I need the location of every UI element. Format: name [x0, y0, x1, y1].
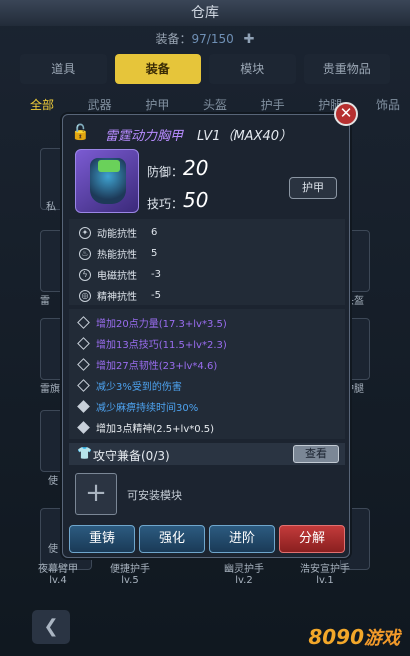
cell-label: 使	[48, 476, 58, 487]
diamond-outline-icon	[77, 337, 90, 350]
item-name: 雷霆动力胸甲	[105, 129, 184, 144]
resistance-section: ✦ 动能抗性 6 ♨ 热能抗性 5 ϟ 电磁抗性 -3 ◎ 精神抗性 -5	[69, 219, 345, 305]
bonus-text: 增加3点精神(2.5+lv*0.5)	[96, 424, 215, 435]
skill-value: 50	[183, 188, 209, 212]
site-logo: 8090游戏	[308, 624, 400, 650]
cell-level: lv.1	[316, 575, 334, 586]
capacity-info: 装备：97/150 ✚	[0, 30, 410, 47]
lock-icon[interactable]: 🔓	[71, 123, 90, 141]
bonus-text: 增加27点韧性(23+lv*4.6)	[96, 361, 218, 372]
resistance-value: -3	[151, 269, 161, 280]
page-title: 仓库	[0, 0, 410, 26]
lightning-icon: ϟ	[79, 268, 91, 281]
cell-name: 幽灵护手	[224, 564, 264, 575]
bottom-cell-label: 便捷护手 lv.5	[110, 560, 150, 586]
bonus-text: 增加13点技巧(11.5+lv*2.3)	[96, 340, 227, 351]
tab-valuables[interactable]: 贵重物品	[303, 54, 390, 84]
dismantle-button[interactable]: 分解	[279, 525, 345, 553]
logo-number: 8090	[308, 625, 364, 649]
armor-shoulder-shape	[98, 160, 120, 172]
flame-icon: ♨	[79, 247, 91, 260]
shirt-icon: 👕	[77, 446, 92, 460]
resistance-row: ✦ 动能抗性 6	[79, 225, 157, 240]
cell-label: 私	[46, 202, 56, 213]
resistance-label: 精神抗性	[97, 292, 137, 303]
action-buttons: 重铸 强化 进阶 分解	[69, 525, 345, 553]
subtab-gloves[interactable]: 护手	[261, 96, 285, 113]
cell-level: lv.5	[121, 575, 139, 586]
enhance-button[interactable]: 强化	[139, 525, 205, 553]
diamond-outline-icon	[77, 316, 90, 329]
tab-items[interactable]: 道具	[20, 54, 107, 84]
view-set-button[interactable]: 查看	[293, 445, 339, 463]
diamond-outline-icon	[77, 379, 90, 392]
resistance-value: 6	[151, 227, 158, 238]
bottom-cell-label: 幽灵护手 lv.2	[224, 560, 264, 586]
subtab-helmet[interactable]: 头盔	[203, 96, 227, 113]
chevron-left-icon: ❮	[43, 616, 59, 637]
resistance-label: 电磁抗性	[97, 271, 137, 282]
armor-icon	[75, 149, 139, 213]
kinetic-icon: ✦	[79, 226, 91, 239]
advance-button[interactable]: 进阶	[209, 525, 275, 553]
bonus-text: 减少3%受到的伤害	[96, 382, 182, 393]
cell-level: lv.2	[235, 575, 253, 586]
resistance-value: 5	[151, 248, 158, 259]
bonus-row: 增加3点精神(2.5+lv*0.5)	[77, 420, 215, 435]
skill-label: 技巧：	[147, 197, 184, 211]
bottom-cell-label: 夜幕臂甲 lv.4	[38, 560, 78, 586]
module-hint: 可安装模块	[127, 489, 182, 502]
capacity-label: 装备：	[155, 32, 192, 46]
diamond-filled-icon	[77, 421, 90, 434]
set-label: 攻守兼备(0/3)	[93, 449, 170, 463]
resistance-label: 热能抗性	[97, 250, 137, 261]
bonus-row: 减少麻痹持续时间30%	[77, 399, 199, 414]
subtab-weapon[interactable]: 武器	[88, 96, 112, 113]
item-level: LV1（MAX40）	[197, 129, 293, 144]
item-type-button[interactable]: 护甲	[289, 177, 337, 199]
close-icon[interactable]: ✕	[334, 102, 358, 126]
capacity-value: 97/150	[191, 32, 234, 46]
item-detail-dialog: 🔓 雷霆动力胸甲 LV1（MAX40） 防御： 20 技巧： 50 护甲 ✦ 动能…	[62, 114, 350, 558]
tab-modules[interactable]: 模块	[209, 54, 296, 84]
bonus-row: 增加13点技巧(11.5+lv*2.3)	[77, 336, 227, 351]
category-tabs: 道具 装备 模块 贵重物品	[20, 54, 390, 84]
bottom-cell-label: 浩安宣护手 lv.1	[300, 560, 350, 586]
subtab-all[interactable]: 全部	[30, 96, 54, 113]
plus-icon: +	[85, 478, 107, 508]
cell-label: 使	[48, 544, 58, 555]
cell-level: lv.4	[49, 575, 67, 586]
back-button[interactable]: ❮	[32, 610, 70, 644]
module-slot[interactable]: +	[75, 473, 117, 515]
bonus-text: 减少麻痹持续时间30%	[96, 403, 199, 414]
gear-plus-icon[interactable]: ✚	[244, 32, 255, 47]
cell-name: 浩安宣护手	[300, 564, 350, 575]
item-summary: 防御： 20 技巧： 50 护甲	[71, 147, 343, 217]
resistance-row: ♨ 热能抗性 5	[79, 246, 157, 261]
bonus-row: 增加20点力量(17.3+lv*3.5)	[77, 315, 227, 330]
tab-equipment[interactable]: 装备	[114, 54, 201, 84]
cell-label: 雷	[40, 296, 50, 307]
resistance-row: ◎ 精神抗性 -5	[79, 288, 161, 303]
resistance-value: -5	[151, 290, 161, 301]
bonus-text: 增加20点力量(17.3+lv*3.5)	[96, 319, 227, 330]
recast-button[interactable]: 重铸	[69, 525, 135, 553]
subtab-accessory[interactable]: 饰品	[376, 96, 400, 113]
cell-name: 便捷护手	[110, 564, 150, 575]
resistance-row: ϟ 电磁抗性 -3	[79, 267, 161, 282]
defense-value: 20	[183, 156, 209, 180]
logo-suffix: 游戏	[364, 628, 400, 649]
resistance-label: 动能抗性	[97, 229, 137, 240]
cell-name: 夜幕臂甲	[38, 564, 78, 575]
set-bonus-row: 👕 攻守兼备(0/3) 查看	[69, 443, 345, 465]
defense-label: 防御：	[147, 165, 184, 179]
cell-label: 雷旗	[40, 384, 60, 395]
diamond-outline-icon	[77, 358, 90, 371]
bonus-row: 减少3%受到的伤害	[77, 378, 182, 393]
mind-icon: ◎	[79, 289, 91, 302]
bonus-section: 增加20点力量(17.3+lv*3.5) 增加13点技巧(11.5+lv*2.3…	[69, 309, 345, 439]
bonus-row: 增加27点韧性(23+lv*4.6)	[77, 357, 218, 372]
subtab-armor[interactable]: 护甲	[145, 96, 169, 113]
diamond-filled-icon	[77, 400, 90, 413]
